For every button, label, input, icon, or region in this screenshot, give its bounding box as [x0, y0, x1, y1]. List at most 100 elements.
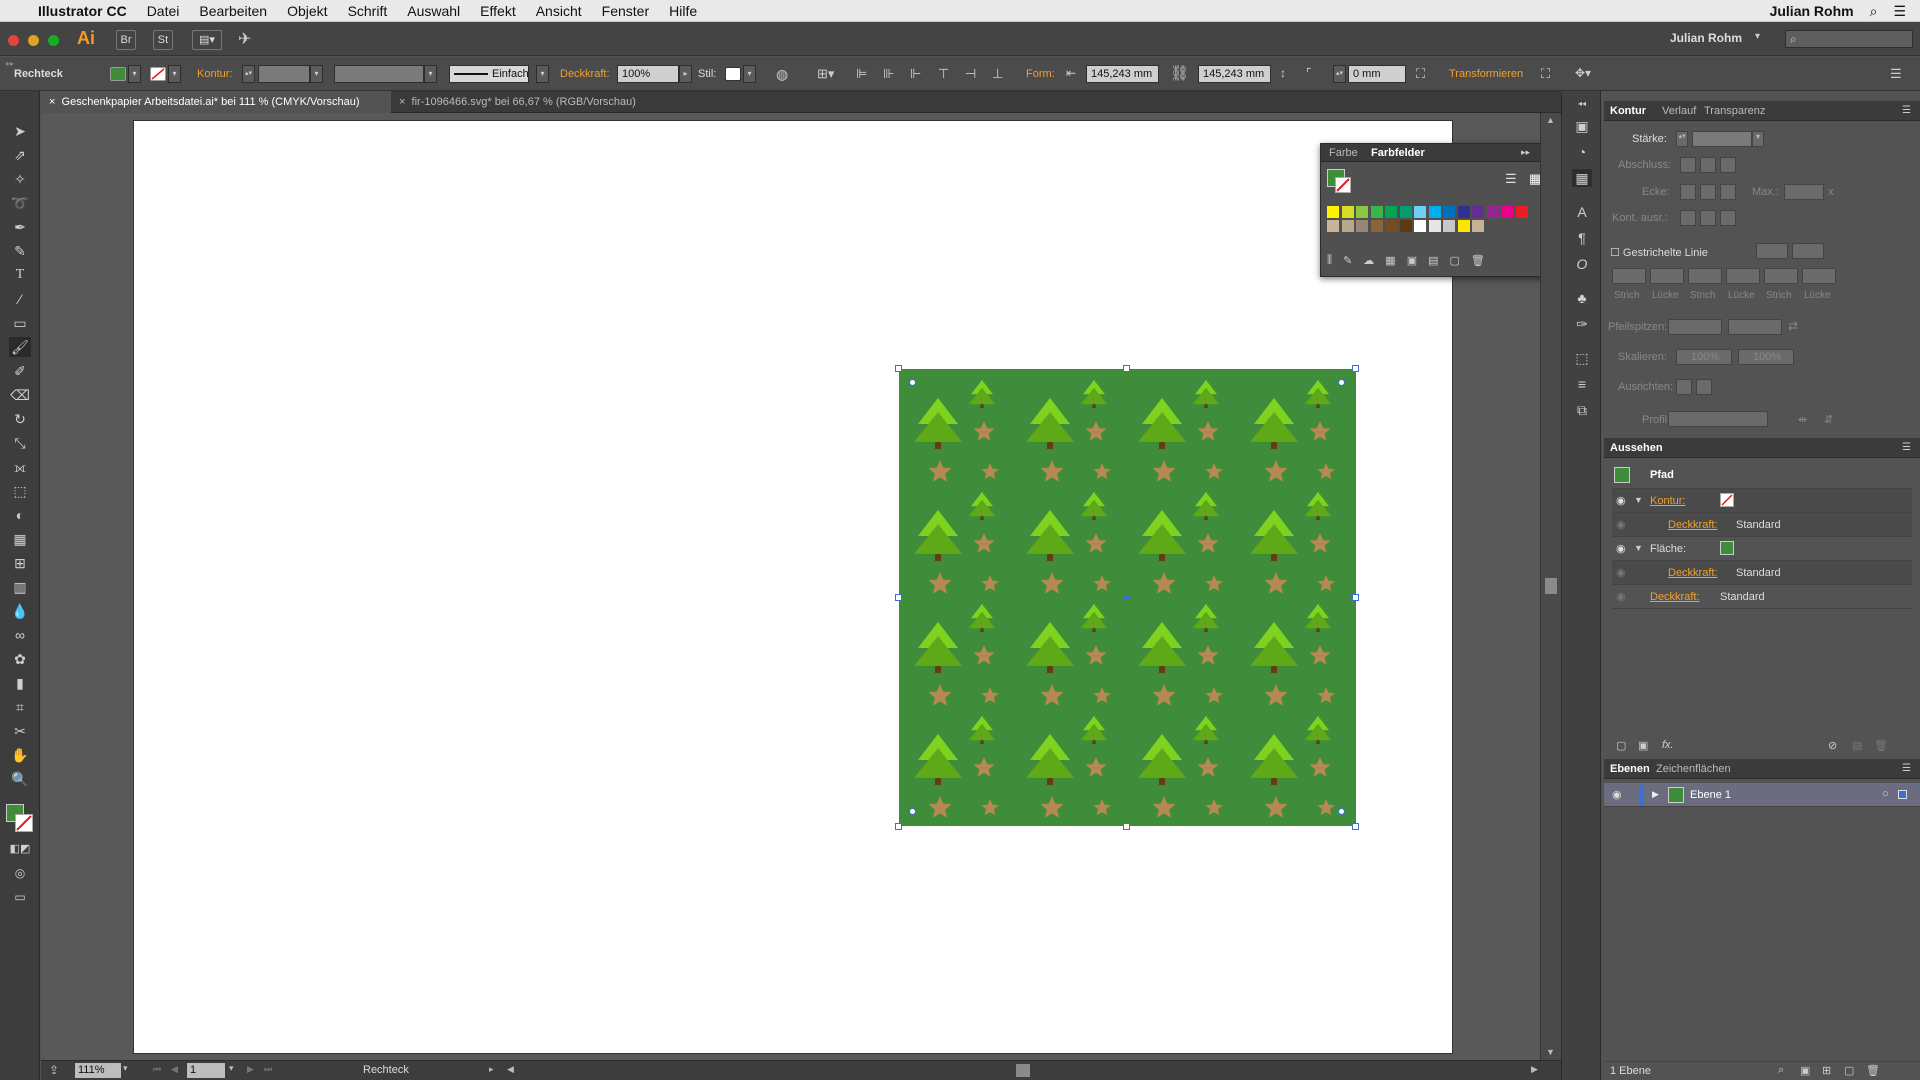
color-swatch[interactable]: [1443, 206, 1455, 218]
close-tab-icon[interactable]: ×: [399, 96, 412, 108]
bounding-box-handle[interactable]: [895, 823, 902, 830]
fill-swatch[interactable]: [110, 67, 126, 81]
opacity-chevron-right-icon[interactable]: ▸: [679, 65, 692, 83]
color-swatch[interactable]: [1428, 206, 1441, 218]
libraries-panel-icon[interactable]: ▣: [1572, 117, 1592, 135]
appearance-flaeche-opacity-row[interactable]: ◉ Deckkraft: Standard: [1612, 561, 1912, 585]
visibility-eye-icon[interactable]: ◉: [1616, 518, 1626, 531]
object-deckkraft-label[interactable]: Deckkraft:: [1650, 591, 1700, 603]
brushes-panel-icon[interactable]: ✑: [1572, 315, 1592, 333]
tab-verlauf[interactable]: Verlauf: [1662, 105, 1696, 117]
stroke-swatch[interactable]: [150, 67, 166, 81]
corner-type-icon[interactable]: ⌜: [1306, 66, 1312, 80]
status-menu-arrow-icon[interactable]: ▸: [489, 1064, 494, 1075]
deckkraft-label[interactable]: Deckkraft:: [560, 68, 610, 80]
color-swatch[interactable]: [1414, 220, 1426, 232]
shape-builder-tool-icon[interactable]: ◐: [9, 505, 31, 525]
flip-along-icon[interactable]: ⇹: [1798, 413, 1807, 426]
free-transform-tool-icon[interactable]: ⬚: [9, 481, 31, 501]
flaeche-label[interactable]: Fläche:: [1650, 543, 1686, 555]
previous-artboard-icon[interactable]: ◀: [171, 1064, 178, 1075]
layer-selection-indicator[interactable]: [1898, 790, 1907, 799]
flaeche-swatch[interactable]: [1720, 541, 1734, 555]
arrow-align-place-icon[interactable]: [1696, 379, 1712, 395]
layer-row-ebene-1[interactable]: ◉ ▶ Ebene 1 ○: [1604, 783, 1920, 807]
constrain-proportions-link-icon[interactable]: ⛓: [1170, 64, 1189, 82]
aussehen-title[interactable]: Aussehen: [1610, 442, 1663, 454]
color-swatch[interactable]: [1356, 206, 1368, 218]
arrow-align-extend-icon[interactable]: [1676, 379, 1692, 395]
corner-radius-stepper[interactable]: ▴▾: [1333, 65, 1346, 83]
color-swatch[interactable]: [1472, 220, 1484, 232]
zoom-window-icon[interactable]: [48, 35, 59, 46]
tab-farbfelder[interactable]: Farbfelder: [1371, 147, 1425, 159]
live-corner-widget[interactable]: [1338, 379, 1345, 386]
puppet-warp-icon[interactable]: ✥▾: [1575, 66, 1591, 80]
tab-ebenen[interactable]: Ebenen: [1610, 763, 1650, 775]
scroll-left-arrow-icon[interactable]: ◀: [507, 1064, 514, 1075]
color-swatch[interactable]: [1356, 220, 1368, 232]
duplicate-item-icon[interactable]: ▤: [1852, 739, 1862, 752]
menu-ansicht[interactable]: Ansicht: [536, 3, 582, 19]
variable-width-profile-select[interactable]: [334, 65, 424, 83]
horizontal-scroll-thumb[interactable]: [1016, 1064, 1030, 1077]
eyedropper-tool-icon[interactable]: 💧: [9, 601, 31, 621]
rotate-tool-icon[interactable]: ↻: [9, 409, 31, 429]
appearance-kontur-row[interactable]: ◉ ▼ Kontur:: [1612, 489, 1912, 513]
color-swatch[interactable]: [1515, 206, 1528, 218]
scale-tool-icon[interactable]: ⤡: [9, 433, 31, 453]
symbol-sprayer-tool-icon[interactable]: ✿: [9, 649, 31, 669]
butt-cap-icon[interactable]: [1680, 157, 1696, 173]
color-swatch[interactable]: [1327, 220, 1339, 232]
workspace-switcher[interactable]: Julian Rohm: [1670, 31, 1742, 45]
curvature-tool-icon[interactable]: ✎: [9, 241, 31, 261]
locate-object-icon[interactable]: ⌕: [1778, 1064, 1784, 1077]
selection-tool-icon[interactable]: ➤: [9, 121, 31, 141]
gradient-tool-icon[interactable]: ▥: [9, 577, 31, 597]
width-profile-select[interactable]: [1668, 411, 1768, 427]
menu-hilfe[interactable]: Hilfe: [669, 3, 697, 19]
slice-tool-icon[interactable]: ✂: [9, 721, 31, 741]
dash-align-icon[interactable]: [1792, 243, 1824, 259]
vertical-scrollbar[interactable]: ▲ ▼: [1540, 113, 1561, 1060]
bounding-box-handle[interactable]: [1352, 823, 1359, 830]
ebenen-panel-menu-icon[interactable]: ☰: [1902, 763, 1911, 774]
make-clipping-mask-icon[interactable]: ▣: [1800, 1064, 1810, 1077]
artboard-number-input[interactable]: 1: [187, 1063, 225, 1078]
tab-farbe[interactable]: Farbe: [1329, 147, 1358, 159]
color-swatch[interactable]: [1501, 206, 1513, 218]
kontur-none-swatch[interactable]: [1720, 493, 1734, 507]
fill-dropdown-chevron-icon[interactable]: ▾: [128, 65, 141, 83]
create-new-layer-icon[interactable]: ▢: [1844, 1064, 1854, 1077]
arrow-scale-end-field[interactable]: 100%: [1738, 349, 1794, 365]
appearance-object-opacity-row[interactable]: ◉ Deckkraft: Standard: [1612, 585, 1912, 609]
arrange-documents-icon[interactable]: ▤▾: [192, 30, 222, 50]
form-label[interactable]: Form:: [1026, 68, 1055, 80]
expand-layer-icon[interactable]: ▶: [1652, 789, 1659, 800]
graphic-style-swatch[interactable]: [725, 67, 741, 81]
live-corner-widget[interactable]: [1338, 808, 1345, 815]
new-color-group-icon[interactable]: ▤: [1428, 254, 1438, 270]
rectangle-tool-icon[interactable]: ▭: [9, 313, 31, 333]
flip-across-icon[interactable]: ⇵: [1824, 413, 1833, 426]
show-kinds-icon[interactable]: ☁: [1363, 254, 1374, 270]
eraser-tool-icon[interactable]: ⌫: [9, 385, 31, 405]
menu-objekt[interactable]: Objekt: [287, 3, 327, 19]
stroke-weight-stepper[interactable]: ▴▾: [1676, 131, 1688, 147]
color-swatch[interactable]: [1414, 206, 1426, 218]
align-left-icon[interactable]: ⊫: [856, 66, 867, 82]
stroke-weight-input[interactable]: [258, 65, 310, 83]
live-corner-widget[interactable]: [909, 379, 916, 386]
isolate-selected-icon[interactable]: ⛶: [1541, 66, 1550, 82]
kontur-appearance-label[interactable]: Kontur:: [1650, 495, 1685, 507]
menu-fenster[interactable]: Fenster: [602, 3, 649, 19]
control-panel-menu-icon[interactable]: ☰: [1890, 66, 1902, 82]
opacity-input[interactable]: 100%: [617, 65, 679, 83]
disclosure-triangle-icon[interactable]: ▼: [1634, 495, 1643, 505]
delete-swatch-icon[interactable]: 🗑: [1471, 254, 1485, 270]
swatch-options-icon[interactable]: ▦: [1385, 254, 1395, 270]
tab-zeichenflaechen[interactable]: Zeichenflächen: [1656, 763, 1731, 775]
stroke-weight-chevron-down-icon[interactable]: ▾: [1752, 131, 1764, 147]
bounding-box-handle[interactable]: [1123, 365, 1130, 372]
first-artboard-icon[interactable]: ⏮: [153, 1064, 161, 1075]
